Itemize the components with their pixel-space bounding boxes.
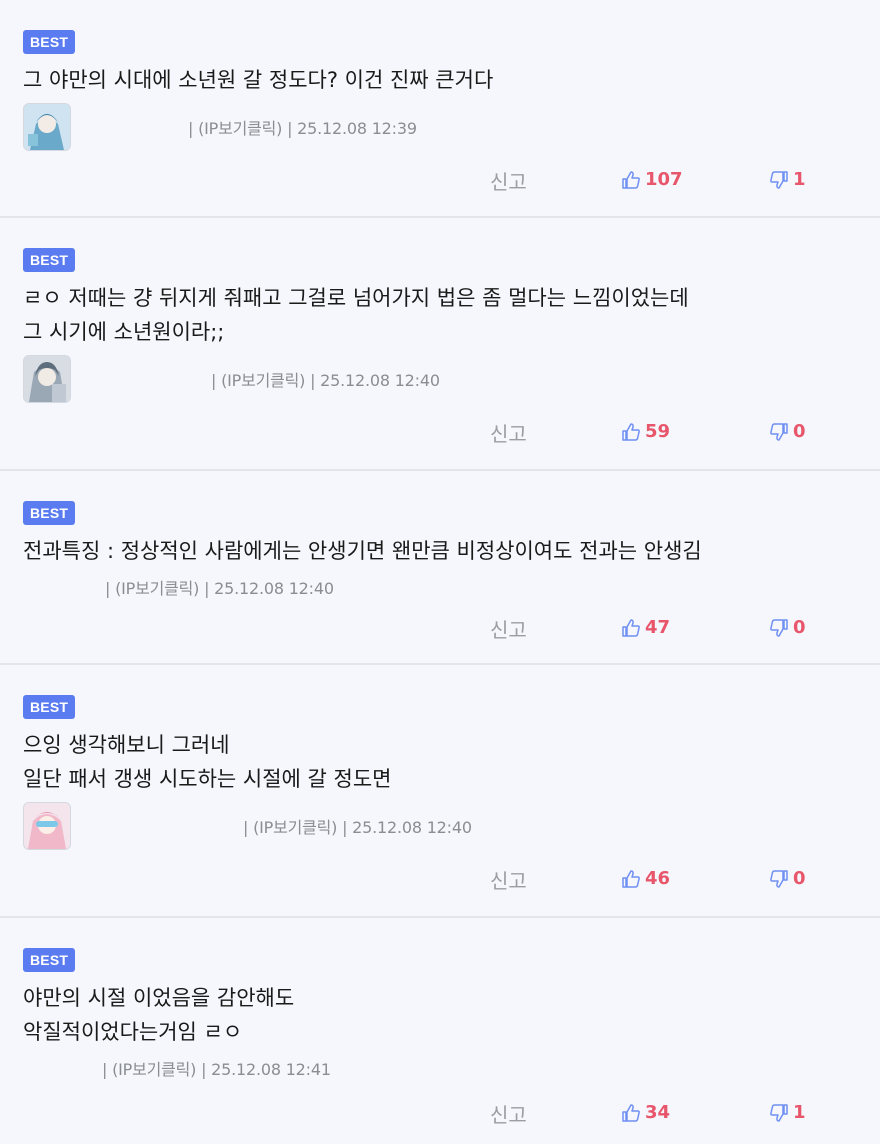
comment-actions: 신고 46 0	[23, 851, 880, 915]
comment-meta: | (IP보기클릭) | 25.12.08 12:40	[23, 354, 880, 404]
like-button[interactable]: 47	[621, 617, 670, 638]
thumbs-down-icon	[770, 618, 788, 637]
comment-item: BEST 으잉 생각해보니 그러네 일단 패서 갱생 시도하는 시절에 갈 정도…	[0, 665, 880, 918]
comment-meta-text: | (IP보기클릭) | 25.12.08 12:40	[243, 818, 472, 837]
dislike-count: 0	[793, 617, 806, 638]
avatar-anime-character-icon[interactable]	[23, 103, 71, 151]
dislike-button[interactable]: 1	[769, 1102, 806, 1123]
like-count: 47	[645, 617, 671, 638]
comment-list: BEST 그 야만의 시대에 소년원 갈 정도다? 이건 진짜 큰거다 | (I…	[0, 0, 880, 1144]
comment-text: ㄹㅇ 저때는 걍 뒤지게 줘패고 그걸로 넘어가지 법은 좀 멀다는 느낌이었는…	[23, 286, 689, 344]
dislike-button[interactable]: 0	[769, 617, 806, 638]
comment-meta: | (IP보기클릭) | 25.12.08 12:39	[23, 102, 880, 152]
report-button[interactable]: 신고	[490, 865, 527, 894]
comment-meta: | (IP보기클릭) | 25.12.08 12:41	[23, 1051, 880, 1085]
avatar-anime-character-icon[interactable]	[23, 355, 71, 403]
thumbs-up-icon	[622, 422, 640, 441]
comment-meta: | (IP보기클릭) | 25.12.08 12:40	[23, 570, 880, 604]
thumbs-down-icon	[770, 1103, 788, 1122]
comment-item: BEST 그 야만의 시대에 소년원 갈 정도다? 이건 진짜 큰거다 | (I…	[0, 0, 880, 218]
comment-actions: 신고 34 1	[23, 1085, 880, 1143]
thumbs-down-icon	[770, 869, 788, 888]
thumbs-up-icon	[622, 170, 640, 189]
report-button[interactable]: 신고	[490, 1099, 527, 1128]
thumbs-down-icon	[770, 422, 788, 441]
comment-text: 전과특징 : 정상적인 사람에게는 안생기면 왠만큼 비정상이여도 전과는 안생…	[23, 539, 702, 563]
dislike-button[interactable]: 0	[769, 868, 806, 889]
like-button[interactable]: 34	[621, 1102, 670, 1123]
like-button[interactable]: 59	[621, 421, 670, 442]
comment-meta-text: | (IP보기클릭) | 25.12.08 12:40	[211, 371, 440, 390]
comment-text: 으잉 생각해보니 그러네 일단 패서 갱생 시도하는 시절에 갈 정도면	[23, 733, 392, 791]
thumbs-down-icon	[770, 170, 788, 189]
comment-meta-text: | (IP보기클릭) | 25.12.08 12:40	[105, 579, 334, 598]
best-badge: BEST	[23, 248, 76, 272]
thumbs-up-icon	[622, 1103, 640, 1122]
comment-meta: | (IP보기클릭) | 25.12.08 12:40	[23, 801, 880, 851]
comment-actions: 신고 107 1	[23, 152, 880, 216]
report-button[interactable]: 신고	[490, 166, 527, 195]
dislike-button[interactable]: 1	[769, 169, 806, 190]
best-badge: BEST	[23, 695, 76, 719]
like-button[interactable]: 46	[621, 868, 670, 889]
like-count: 46	[645, 868, 671, 889]
avatar-anime-character-icon[interactable]	[23, 802, 71, 850]
thumbs-up-icon	[622, 618, 640, 637]
dislike-count: 0	[793, 868, 806, 889]
best-badge: BEST	[23, 30, 76, 54]
best-badge: BEST	[23, 501, 76, 525]
like-count: 34	[645, 1102, 671, 1123]
report-button[interactable]: 신고	[490, 614, 527, 643]
comment-actions: 신고 47 0	[23, 604, 880, 662]
comment-actions: 신고 59 0	[23, 404, 880, 468]
best-badge: BEST	[23, 948, 76, 972]
comment-item: BEST 전과특징 : 정상적인 사람에게는 안생기면 왠만큼 비정상이여도 전…	[0, 471, 880, 665]
comment-item: BEST 야만의 시절 이었음을 감안해도 악질적이었다는거임 ㄹㅇ | (IP…	[0, 918, 880, 1144]
comment-item: BEST ㄹㅇ 저때는 걍 뒤지게 줘패고 그걸로 넘어가지 법은 좀 멀다는 …	[0, 218, 880, 471]
comment-meta-text: | (IP보기클릭) | 25.12.08 12:39	[188, 119, 417, 138]
comment-meta-text: | (IP보기클릭) | 25.12.08 12:41	[102, 1060, 331, 1079]
report-button[interactable]: 신고	[490, 418, 527, 447]
like-count: 107	[645, 169, 683, 190]
like-count: 59	[645, 421, 671, 442]
dislike-count: 0	[793, 421, 806, 442]
comment-text: 그 야만의 시대에 소년원 갈 정도다? 이건 진짜 큰거다	[23, 68, 494, 92]
like-button[interactable]: 107	[621, 169, 683, 190]
comment-text: 야만의 시절 이었음을 감안해도 악질적이었다는거임 ㄹㅇ	[23, 986, 295, 1044]
thumbs-up-icon	[622, 869, 640, 888]
dislike-button[interactable]: 0	[769, 421, 806, 442]
dislike-count: 1	[793, 1102, 806, 1123]
dislike-count: 1	[793, 169, 806, 190]
